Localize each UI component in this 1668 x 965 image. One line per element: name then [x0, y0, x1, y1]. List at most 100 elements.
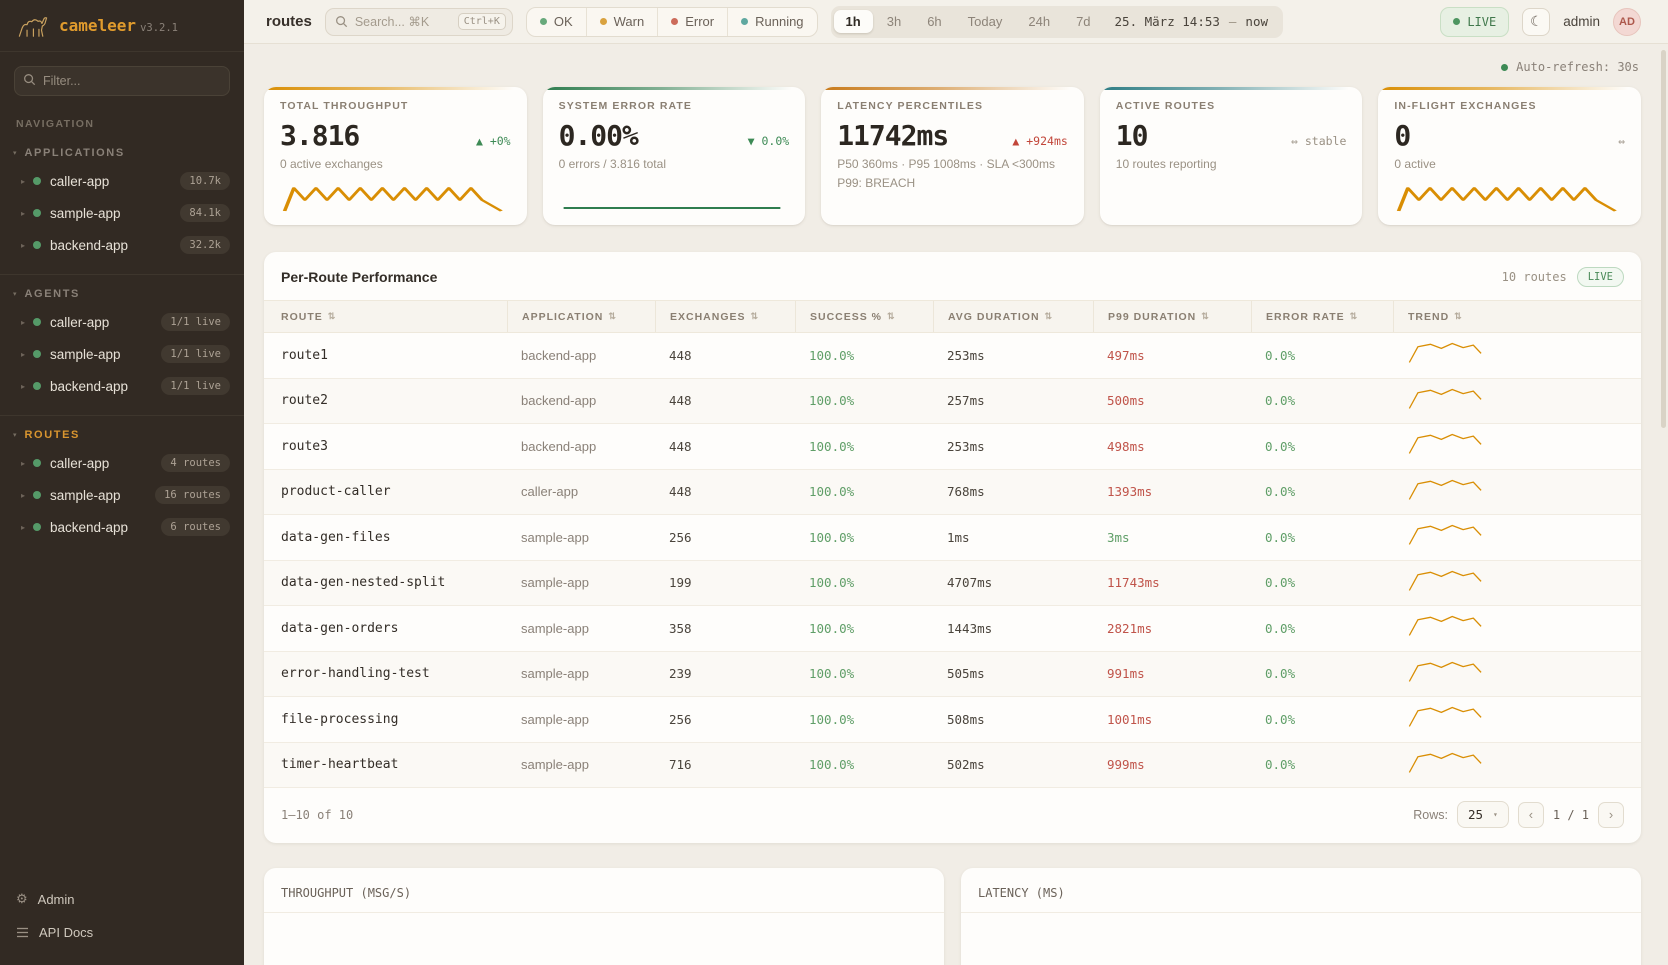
avatar[interactable]: AD — [1613, 8, 1641, 36]
column-header-label: SUCCESS % — [810, 311, 882, 323]
status-filter-running[interactable]: Running — [727, 8, 816, 36]
route-name-cell: file-processing — [264, 712, 507, 727]
live-status-badge[interactable]: LIVE — [1440, 7, 1509, 37]
table-row[interactable]: file-processingsample-app256100.0%508ms1… — [264, 697, 1641, 743]
page-indicator: 1 / 1 — [1553, 808, 1589, 822]
application-cell: sample-app — [507, 575, 655, 590]
sidebar-spacer — [0, 552, 244, 876]
nav-sections: ▾APPLICATIONS▸caller-app10.7k▸sample-app… — [0, 134, 244, 552]
kpi-card-active-routes[interactable]: ACTIVE ROUTES10⇔ stable10 routes reporti… — [1100, 87, 1363, 225]
column-header-label: AVG DURATION — [948, 311, 1040, 323]
main-area: routes Search... ⌘K Ctrl+K OKWarnErrorRu… — [244, 0, 1668, 965]
time-range-today[interactable]: Today — [956, 10, 1015, 33]
column-header-trend[interactable]: TREND⇅ — [1393, 301, 1641, 332]
kpi-accent-bar — [1100, 87, 1363, 90]
filter-input[interactable] — [14, 66, 230, 96]
chevron-right-icon: ▸ — [21, 491, 33, 500]
application-cell: sample-app — [507, 666, 655, 681]
table-row[interactable]: data-gen-orderssample-app358100.0%1443ms… — [264, 606, 1641, 652]
status-filter-group: OKWarnErrorRunning — [526, 7, 818, 37]
time-range-24h[interactable]: 24h — [1016, 10, 1062, 33]
sidebar-item-caller-app[interactable]: ▸caller-app1/1 live — [0, 306, 244, 338]
column-header-avg-duration[interactable]: AVG DURATION⇅ — [933, 301, 1093, 332]
status-dot-icon — [33, 350, 41, 358]
next-page-button[interactable]: › — [1598, 802, 1624, 828]
table-row[interactable]: route1backend-app448100.0%253ms497ms0.0% — [264, 333, 1641, 379]
status-filter-warn[interactable]: Warn — [586, 8, 658, 36]
scrollbar-thumb[interactable] — [1661, 50, 1666, 428]
p99-duration-cell: 991ms — [1093, 666, 1251, 681]
rows-per-page-select[interactable]: 25 ▾ — [1457, 801, 1509, 828]
table-live-badge: LIVE — [1577, 267, 1624, 287]
column-header-application[interactable]: APPLICATION⇅ — [507, 301, 655, 332]
kpi-card-latency-percentiles[interactable]: LATENCY PERCENTILES11742ms▲ +924msP50 36… — [821, 87, 1084, 225]
sidebar-item-backend-app[interactable]: ▸backend-app32.2k — [0, 229, 244, 261]
table-column-header-row: ROUTE⇅APPLICATION⇅EXCHANGES⇅SUCCESS %⇅AV… — [264, 300, 1641, 333]
table-row[interactable]: data-gen-nested-splitsample-app199100.0%… — [264, 561, 1641, 607]
sidebar-footer-item-api-docs[interactable]: API Docs — [0, 916, 244, 949]
kpi-card-total-throughput[interactable]: TOTAL THROUGHPUT3.816▲ +0%0 active excha… — [264, 87, 527, 225]
sidebar-item-label: sample-app — [50, 488, 155, 503]
sidebar-item-badge: 4 routes — [161, 454, 230, 472]
trend-sparkline — [1407, 614, 1485, 642]
time-range-6h[interactable]: 6h — [915, 10, 953, 33]
sidebar-item-caller-app[interactable]: ▸caller-app4 routes — [0, 447, 244, 479]
table-row[interactable]: timer-heartbeatsample-app716100.0%502ms9… — [264, 743, 1641, 789]
time-range-group: 1h3h6hToday24h7d 25. März 14:53 — now — [831, 6, 1283, 38]
p99-duration-cell: 1001ms — [1093, 712, 1251, 727]
column-header-success-[interactable]: SUCCESS %⇅ — [795, 301, 933, 332]
table-row[interactable]: product-callercaller-app448100.0%768ms13… — [264, 470, 1641, 516]
kpi-card-system-error-rate[interactable]: SYSTEM ERROR RATE0.00%▼ 0.0%0 errors / 3… — [543, 87, 806, 225]
section-label: APPLICATIONS — [25, 147, 125, 159]
status-filter-error[interactable]: Error — [657, 8, 727, 36]
search-input[interactable]: Search... ⌘K Ctrl+K — [325, 8, 513, 36]
sidebar-item-label: caller-app — [50, 174, 180, 189]
brand-name: cameleer — [59, 16, 136, 35]
column-header-route[interactable]: ROUTE⇅ — [264, 301, 507, 332]
page-title: routes — [266, 13, 312, 30]
error-rate-cell: 0.0% — [1251, 621, 1393, 636]
sidebar-item-sample-app[interactable]: ▸sample-app84.1k — [0, 197, 244, 229]
sidebar-footer-label: Admin — [38, 892, 75, 907]
status-dot-icon — [600, 18, 607, 25]
sidebar-item-backend-app[interactable]: ▸backend-app1/1 live — [0, 370, 244, 402]
logo-row[interactable]: cameleerv3.2.1 — [0, 0, 244, 52]
section-header-routes[interactable]: ▾ROUTES — [0, 423, 244, 447]
table-row[interactable]: route3backend-app448100.0%253ms498ms0.0% — [264, 424, 1641, 470]
p99-duration-cell: 11743ms — [1093, 575, 1251, 590]
section-header-applications[interactable]: ▾APPLICATIONS — [0, 141, 244, 165]
time-range-1h[interactable]: 1h — [834, 10, 873, 33]
error-rate-cell: 0.0% — [1251, 530, 1393, 545]
sidebar-footer-item-admin[interactable]: ⚙Admin — [0, 882, 244, 916]
avg-duration-cell: 502ms — [933, 757, 1093, 772]
section-header-agents[interactable]: ▾AGENTS — [0, 282, 244, 306]
status-dot-icon — [741, 18, 748, 25]
kpi-card-in-flight-exchanges[interactable]: IN-FLIGHT EXCHANGES0⇔0 active — [1378, 87, 1641, 225]
table-row[interactable]: route2backend-app448100.0%257ms500ms0.0% — [264, 379, 1641, 425]
trend-sparkline — [1407, 387, 1485, 415]
avg-duration-cell: 1443ms — [933, 621, 1093, 636]
time-range-3h[interactable]: 3h — [875, 10, 913, 33]
sidebar-item-caller-app[interactable]: ▸caller-app10.7k — [0, 165, 244, 197]
sidebar-item-sample-app[interactable]: ▸sample-app16 routes — [0, 479, 244, 511]
column-header-error-rate[interactable]: ERROR RATE⇅ — [1251, 301, 1393, 332]
sidebar-item-backend-app[interactable]: ▸backend-app6 routes — [0, 511, 244, 543]
kpi-label: IN-FLIGHT EXCHANGES — [1394, 100, 1625, 112]
route-name-cell: route2 — [264, 393, 507, 408]
theme-toggle-button[interactable]: ☾ — [1522, 8, 1550, 36]
time-range-7d[interactable]: 7d — [1064, 10, 1102, 33]
table-title: Per-Route Performance — [281, 269, 437, 285]
table-row[interactable]: data-gen-filessample-app256100.0%1ms3ms0… — [264, 515, 1641, 561]
error-rate-cell: 0.0% — [1251, 757, 1393, 772]
status-filter-ok[interactable]: OK — [527, 8, 586, 36]
sort-icon: ⇅ — [1454, 311, 1463, 322]
kpi-sparkline — [1394, 179, 1625, 213]
kpi-label: LATENCY PERCENTILES — [837, 100, 1068, 112]
sidebar-item-sample-app[interactable]: ▸sample-app1/1 live — [0, 338, 244, 370]
table-row[interactable]: error-handling-testsample-app239100.0%50… — [264, 652, 1641, 698]
column-header-exchanges[interactable]: EXCHANGES⇅ — [655, 301, 795, 332]
column-header-p99-duration[interactable]: P99 DURATION⇅ — [1093, 301, 1251, 332]
sidebar: cameleerv3.2.1 NAVIGATION ▾APPLICATIONS▸… — [0, 0, 244, 965]
prev-page-button[interactable]: ‹ — [1518, 802, 1544, 828]
date-range[interactable]: 25. März 14:53 — now — [1105, 14, 1280, 29]
